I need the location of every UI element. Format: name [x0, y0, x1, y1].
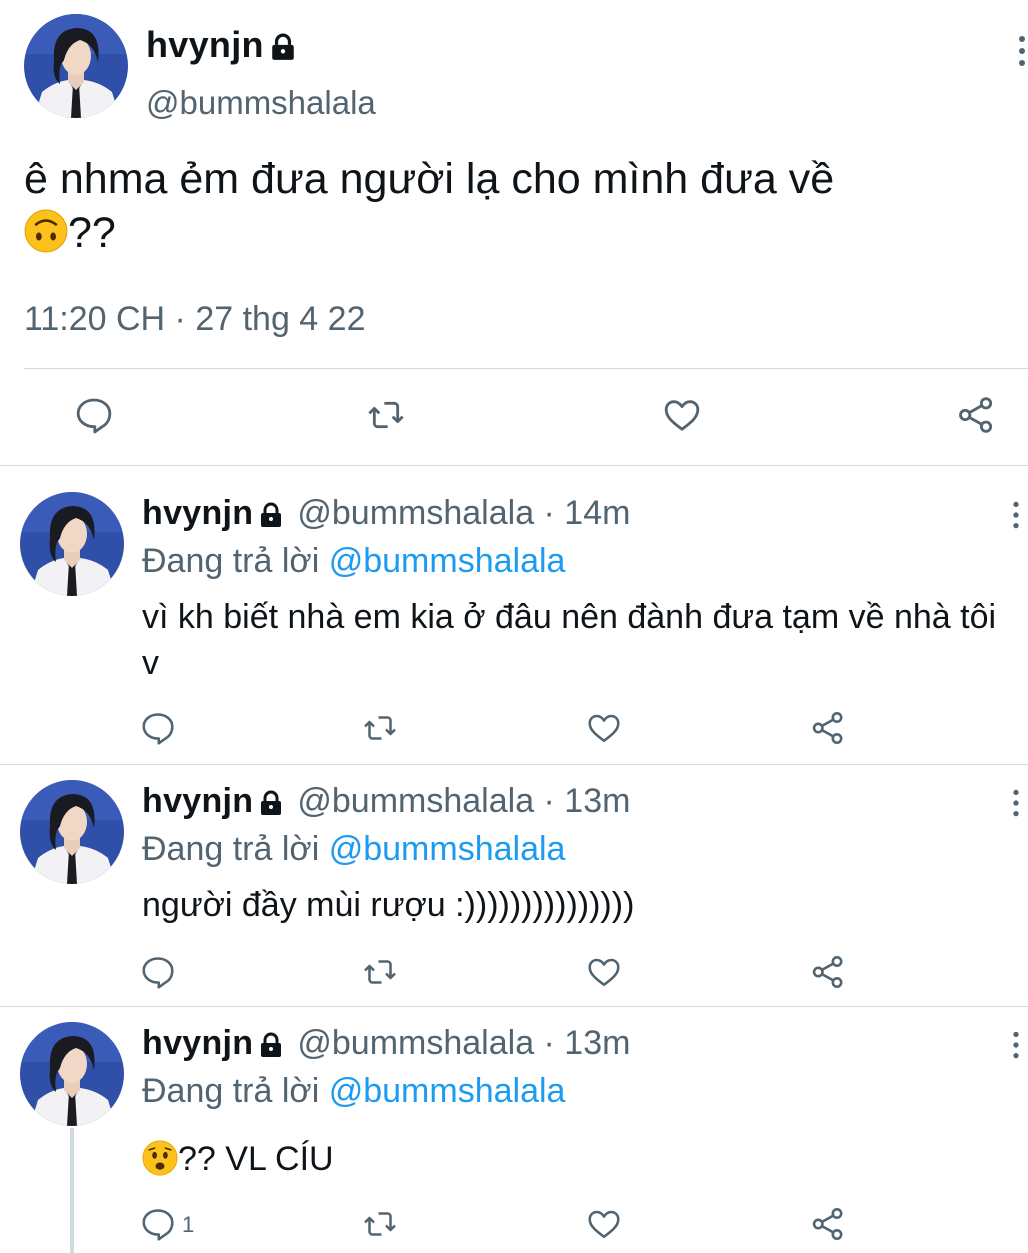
lock-icon: [259, 1032, 283, 1058]
avatar[interactable]: [20, 780, 124, 884]
lock-icon: [270, 33, 296, 61]
tweet-timestamp[interactable]: 11:20 CH · 27 thg 4 22: [24, 300, 365, 339]
upside-down-face-icon: [24, 209, 68, 253]
retweet-icon[interactable]: [362, 954, 398, 990]
mention-link[interactable]: @bummshalala: [329, 830, 566, 868]
handle-time[interactable]: @bummshalala · 13m: [297, 1024, 630, 1063]
replying-to: Đang trả lời @bummshalala: [142, 830, 565, 869]
tweet-text: ê nhma ẻm đưa người lạ cho mình đưa về ?…: [24, 152, 1004, 260]
share-icon[interactable]: [810, 710, 846, 746]
share-icon[interactable]: [956, 395, 996, 435]
reply-icon[interactable]: [74, 395, 114, 435]
main-tweet[interactable]: hvynjn @bummshalala ê nhma ẻm đưa người …: [0, 0, 1028, 465]
reply-tweet[interactable]: hvynjn @bummshalala · 13m Đang trả lời @…: [0, 996, 1028, 1253]
mention-link[interactable]: @bummshalala: [329, 1072, 566, 1110]
tweet-text: người đầy mùi rượu :))))))))))))))): [142, 886, 635, 924]
more-options-icon[interactable]: [1016, 34, 1028, 68]
display-name[interactable]: hvynjn: [142, 782, 253, 821]
tweet-actions: [0, 954, 1028, 994]
like-icon[interactable]: [586, 710, 622, 746]
replying-to: Đang trả lời @bummshalala: [142, 1072, 565, 1111]
reply-tweet[interactable]: hvynjn @bummshalala · 13m Đang trả lời @…: [0, 754, 1028, 1004]
author-row: hvynjn: [146, 24, 296, 66]
like-icon[interactable]: [586, 1206, 622, 1242]
avatar[interactable]: [20, 1022, 124, 1126]
reply-tweet[interactable]: hvynjn @bummshalala · 14m Đang trả lời @…: [0, 466, 1028, 764]
replying-prefix: Đang trả lời: [142, 542, 320, 580]
display-name[interactable]: hvynjn: [142, 1024, 253, 1063]
share-icon[interactable]: [810, 954, 846, 990]
display-name[interactable]: hvynjn: [146, 24, 264, 66]
replying-prefix: Đang trả lời: [142, 830, 320, 868]
tweet-actions: [0, 369, 1028, 464]
worried-face-icon: [142, 1140, 178, 1176]
retweet-icon[interactable]: [362, 1206, 398, 1242]
author-row: hvynjn @bummshalala · 13m: [142, 782, 630, 821]
handle-time[interactable]: @bummshalala · 13m: [297, 782, 630, 821]
reply-count: 1: [182, 1212, 195, 1237]
tweet-actions: [0, 710, 1028, 750]
share-icon[interactable]: [810, 1206, 846, 1242]
display-name[interactable]: hvynjn: [142, 494, 253, 533]
tweet-actions: 1: [0, 1206, 1028, 1246]
tweet-text-line2: ??: [68, 209, 116, 257]
tweet-text: vì kh biết nhà em kia ở đâu nên đành đưa…: [142, 598, 997, 682]
like-icon[interactable]: [662, 395, 702, 435]
tweet-text-line1: ê nhma ẻm đưa người lạ cho mình đưa về: [24, 155, 835, 203]
author-row: hvynjn @bummshalala · 14m: [142, 494, 630, 533]
more-options-icon[interactable]: [1010, 788, 1022, 818]
handle[interactable]: @bummshalala: [146, 84, 376, 122]
reply-icon[interactable]: [140, 1206, 176, 1242]
retweet-icon[interactable]: [366, 395, 406, 435]
tweet-text: ?? VL CÍU: [142, 1136, 1014, 1182]
replying-prefix: Đang trả lời: [142, 1072, 320, 1110]
replying-to: Đang trả lời @bummshalala: [142, 542, 565, 581]
mention-link[interactable]: @bummshalala: [329, 542, 566, 580]
lock-icon: [259, 790, 283, 816]
author-row: hvynjn @bummshalala · 13m: [142, 1024, 630, 1063]
more-options-icon[interactable]: [1010, 1030, 1022, 1060]
like-icon[interactable]: [586, 954, 622, 990]
lock-icon: [259, 502, 283, 528]
avatar[interactable]: [24, 14, 128, 118]
avatar[interactable]: [20, 492, 124, 596]
tweet-text-content: ?? VL CÍU: [178, 1140, 334, 1178]
reply-icon[interactable]: [140, 954, 176, 990]
handle-time[interactable]: @bummshalala · 14m: [297, 494, 630, 533]
reply-icon[interactable]: [140, 710, 176, 746]
more-options-icon[interactable]: [1010, 500, 1022, 530]
retweet-icon[interactable]: [362, 710, 398, 746]
